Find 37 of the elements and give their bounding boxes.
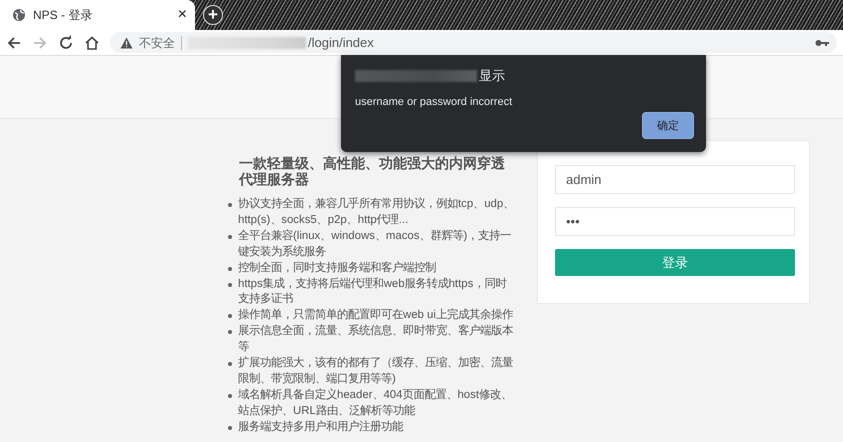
warning-icon [120,36,133,48]
feature-text: https集成，支持将后端代理和web服务转成https，同时支持多证书 [238,276,508,308]
product-heading: 一款轻量级、高性能、功能强大的内网穿透代理服务器 [239,155,506,187]
bullet-icon [228,426,232,430]
password-field[interactable]: ••• [555,207,795,236]
bullet-icon [228,330,232,334]
back-icon[interactable] [6,34,22,50]
home-icon[interactable] [84,34,100,50]
bullet-icon [228,362,232,366]
reload-icon[interactable] [58,34,74,50]
bullet-icon [228,234,232,239]
globe-icon [12,8,26,22]
dialog-message: username or password incorrect [355,96,514,108]
feature-text: 扩展功能强大，该有的都有了（缓存、压缩、加密、流量限制、带宽限制、端口复用等等) [238,356,514,387]
new-tab-button[interactable]: + [203,5,223,25]
bullet-icon [228,314,232,318]
security-label: 不安全 [139,36,182,50]
bullet-icon [228,266,232,271]
feature-text: 协议支持全面，兼容几乎所有常用协议，例如tcp、udp、http(s)、socks5、p2p、http代理... [238,197,515,228]
ok-button[interactable]: 确定 [642,112,694,139]
close-tab-button[interactable]: × [178,7,187,23]
feature-text: 控制全面，同时支持服务端和客户端控制 [238,260,436,276]
feature-text: 全平台兼容(linux、windows、macos、群辉等)，支持一键安装为系统服务 [238,228,512,260]
feature-text: 域名解析具备自定义header、404页面配置、host修改、站点保护、URL路由、泛解析等功能 [238,388,514,419]
key-icon[interactable] [815,38,829,48]
bullet-icon [228,394,232,398]
username-field[interactable]: admin [555,165,795,194]
dialog-title: 显示 [479,67,505,85]
address-bar[interactable]: 不安全 /login/index [110,32,837,53]
bullet-icon [228,282,232,287]
feature-text: 服务端支持多用户和用户注册功能 [238,420,403,435]
bullet-icon [228,203,232,207]
tab-title: NPS - 登录 [33,6,94,24]
url-path: /login/index [308,35,374,50]
browser-tab[interactable]: NPS - 登录 × [0,0,195,30]
feature-text: 展示信息全面，流量、系统信息、即时带宽、客户端版本等 [238,324,514,356]
feature-text: 操作简单，只需简单的配置即可在web ui上完成其余操作 [238,308,513,324]
